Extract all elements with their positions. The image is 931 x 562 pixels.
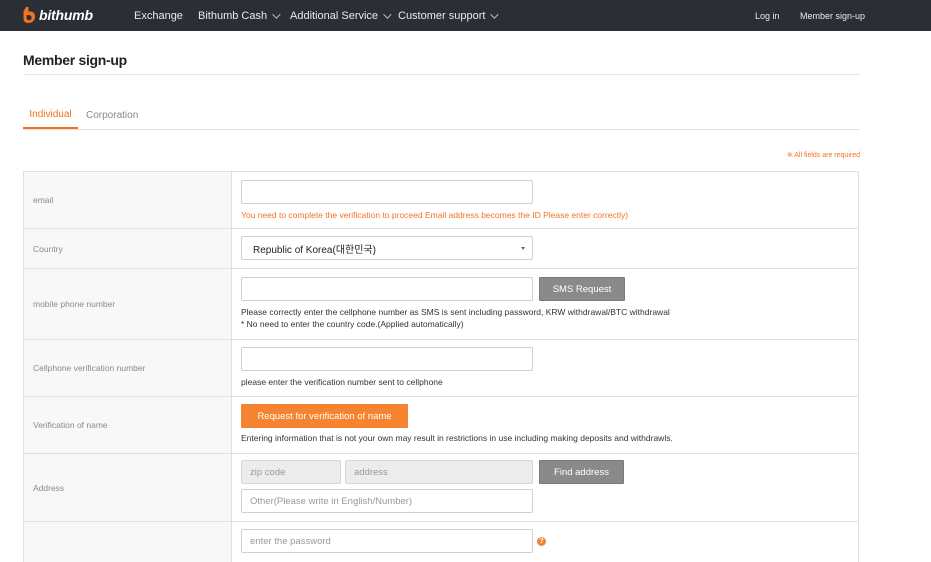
nav-bithumb-cash-label: Bithumb Cash [198, 9, 268, 22]
phone-help-1: Please correctly enter the cellphone num… [241, 307, 670, 317]
name-verification-label: Verification of name [23, 397, 232, 453]
row-verification-number: Cellphone verification number please ent… [23, 340, 859, 397]
tab-individual[interactable]: Individual [23, 102, 78, 129]
nav-exchange-label: Exchange [134, 9, 183, 22]
logo-text: bithumb [39, 7, 93, 23]
address-label: Address [23, 454, 232, 521]
title-divider [23, 74, 860, 75]
email-help: You need to complete the verification to… [241, 210, 629, 220]
page-title: Member sign-up [23, 52, 127, 68]
nav-customer-support-label: Customer support [398, 9, 486, 22]
nav-additional-service[interactable]: Additional Service [290, 0, 392, 31]
required-note: ※ All fields are required [786, 152, 860, 159]
row-phone: mobile phone number SMS Request Please c… [23, 269, 859, 340]
tab-corporation[interactable]: Corporation [86, 102, 138, 128]
chevron-down-icon [490, 9, 500, 19]
verification-number-help: please enter the verification number sen… [241, 377, 443, 387]
nav-customer-support[interactable]: Customer support [398, 0, 500, 31]
password-input[interactable] [241, 529, 533, 553]
caret-down-icon [521, 247, 525, 250]
phone-label: mobile phone number [23, 269, 232, 339]
name-verification-button[interactable]: Request for verification of name [241, 404, 408, 428]
zip-code-input[interactable] [241, 460, 341, 484]
nav-exchange[interactable]: Exchange [134, 0, 183, 31]
chevron-down-icon [383, 9, 392, 19]
bithumb-logo-icon [23, 7, 35, 23]
country-select[interactable]: Republic of Korea(대한민국) [241, 236, 533, 260]
nav-additional-service-label: Additional Service [290, 9, 379, 22]
country-selected: Republic of Korea(대한민국) [253, 244, 376, 256]
bithumb-logo[interactable]: bithumb [22, 4, 93, 26]
find-address-button[interactable]: Find address [539, 460, 624, 484]
signup-link[interactable]: Member sign-up [800, 0, 865, 31]
chevron-down-icon [272, 9, 281, 19]
login-link[interactable]: Log in [755, 0, 780, 31]
signup-form: email You need to complete the verificat… [23, 171, 859, 562]
email-input[interactable] [241, 180, 533, 204]
address-other-input[interactable] [241, 489, 533, 513]
question-icon[interactable]: ? [537, 537, 546, 546]
verification-number-input[interactable] [241, 347, 533, 371]
phone-help-2: * No need to enter the country code.(App… [241, 319, 464, 329]
address-input[interactable] [345, 460, 533, 484]
verification-number-label: Cellphone verification number [23, 340, 232, 396]
row-email: email You need to complete the verificat… [23, 172, 859, 229]
phone-input[interactable] [241, 277, 533, 301]
name-verification-help: Entering information that is not your ow… [241, 433, 673, 443]
member-type-tabs: Individual Corporation [23, 102, 860, 130]
top-nav-bar: bithumb Exchange Bithumb Cash Additional… [0, 0, 931, 31]
row-name-verification: Verification of name Request for verific… [23, 397, 859, 454]
nav-bithumb-cash[interactable]: Bithumb Cash [198, 0, 281, 31]
country-label: Country [23, 229, 232, 268]
row-password: ? [23, 522, 859, 562]
row-country: Country Republic of Korea(대한민국) [23, 229, 859, 269]
sms-request-button[interactable]: SMS Request [539, 277, 625, 301]
row-address: Address Find address [23, 454, 859, 522]
password-label [23, 522, 232, 562]
email-label: email [23, 172, 232, 228]
